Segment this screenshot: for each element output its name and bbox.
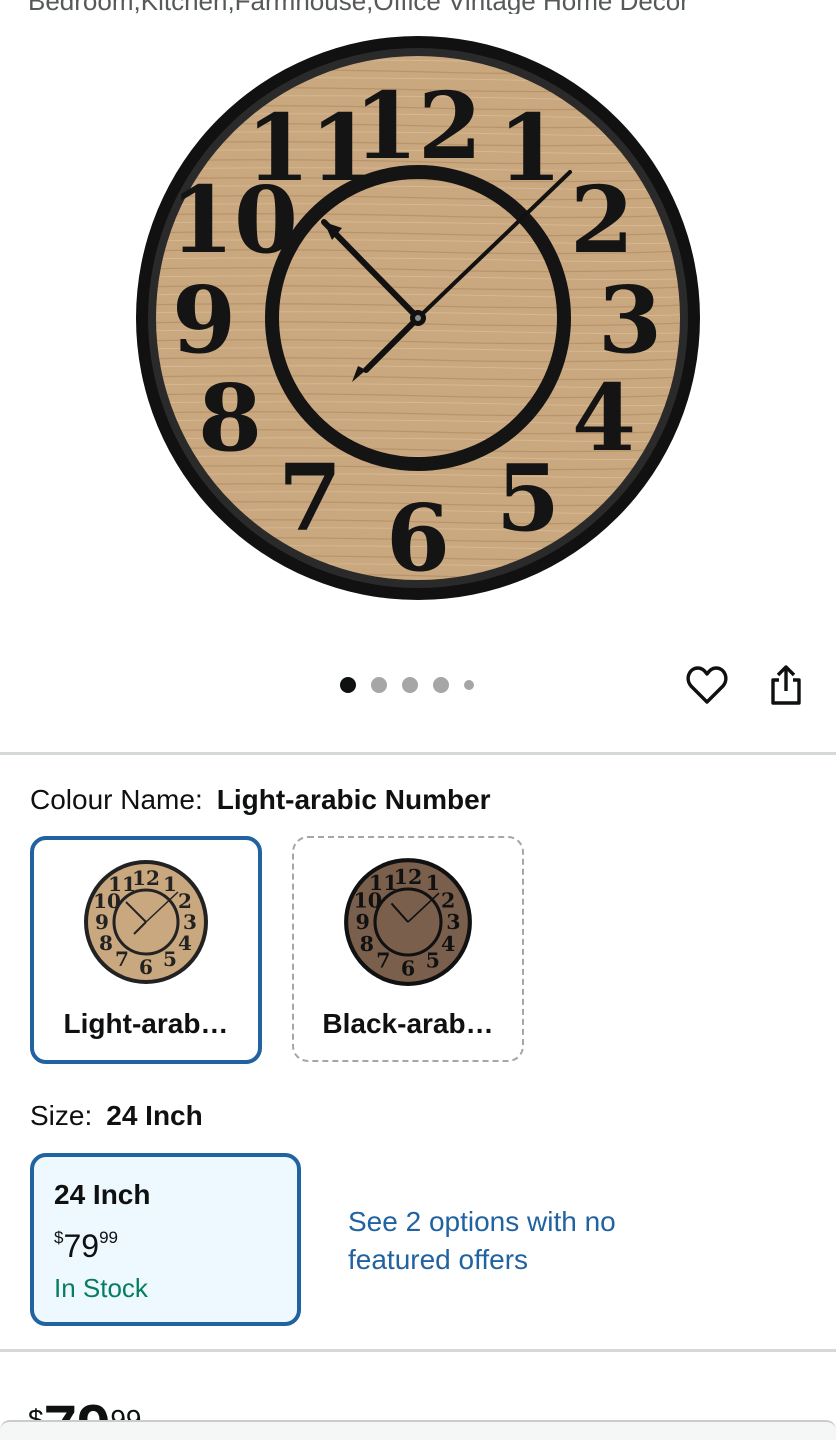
svg-text:1: 1 [426,871,440,895]
svg-text:7: 7 [278,444,342,552]
carousel-dot[interactable] [340,677,356,693]
svg-text:6: 6 [386,484,450,592]
svg-text:1: 1 [163,872,177,896]
colour-option-label: Black-arab… [322,1008,494,1039]
product-image[interactable]: 12 1 2 3 4 5 6 7 8 9 10 11 [0,0,836,640]
size-selected-value: 24 Inch [106,1100,203,1131]
colour-label: Colour Name: [30,784,203,815]
carousel-dot[interactable] [433,677,449,693]
svg-text:11: 11 [108,872,136,896]
svg-text:7: 7 [115,947,129,971]
heart-icon [686,666,728,704]
section-divider [0,1349,836,1352]
price-fraction: 99 [99,1228,118,1247]
carousel-dot[interactable] [402,677,418,693]
see-options-link[interactable]: See 2 options with no featured offers [348,1203,648,1279]
svg-text:9: 9 [172,266,236,374]
svg-text:8: 8 [198,364,262,472]
wishlist-button[interactable] [683,660,731,710]
svg-text:4: 4 [178,931,192,955]
carousel-dot[interactable] [371,677,387,693]
clock-thumbnail: 12 1234567891011 [84,860,208,984]
colour-option-black[interactable]: 12 1 2 3 4 5 6 7 8 9 10 11 Black-arab… [292,836,524,1062]
colour-option-label: Light-arab… [63,1008,229,1039]
svg-text:2: 2 [570,166,634,274]
svg-text:11: 11 [246,94,374,202]
svg-text:1: 1 [498,94,562,202]
colour-name-row: Colour Name: Light-arabic Number [30,784,491,816]
svg-text:5: 5 [163,947,177,971]
svg-text:5: 5 [496,444,560,552]
clock-thumbnail: 12 1234567891011 [344,858,472,986]
svg-text:5: 5 [426,948,440,972]
svg-text:9: 9 [95,910,109,934]
section-divider [0,752,836,755]
carousel-dot[interactable] [464,680,474,690]
colour-selected-value: Light-arabic Number [216,784,491,815]
size-option-title: 24 Inch [54,1179,151,1210]
svg-text:8: 8 [99,931,113,955]
wall-clock-image: 12 1 2 3 4 5 6 7 8 9 10 11 [136,36,700,600]
svg-text:3: 3 [446,910,460,934]
svg-text:12: 12 [394,865,423,889]
image-carousel-dots[interactable] [340,674,474,696]
price-whole: 79 [63,1228,100,1264]
svg-text:4: 4 [441,932,455,956]
svg-text:9: 9 [355,910,369,934]
svg-text:3: 3 [598,266,662,374]
svg-text:12: 12 [132,866,160,890]
svg-text:2: 2 [441,889,455,913]
svg-text:4: 4 [572,364,636,472]
size-option-card[interactable]: 24 Inch $7999 In Stock [30,1153,301,1326]
svg-text:8: 8 [360,932,374,956]
svg-text:6: 6 [139,955,153,979]
svg-text:11: 11 [369,871,398,895]
colour-option-light[interactable]: 12 1 2 3 4 5 6 7 8 9 10 11 Light-arab… [30,836,262,1064]
svg-text:7: 7 [376,948,390,972]
size-row: Size: 24 Inch [30,1100,203,1132]
svg-text:6: 6 [401,957,415,981]
stock-status: In Stock [54,1273,148,1303]
size-option-price: $7999 [54,1221,297,1263]
bottom-sheet-edge [0,1420,836,1440]
share-icon [771,665,801,705]
share-button[interactable] [762,660,810,710]
size-label: Size: [30,1100,93,1131]
